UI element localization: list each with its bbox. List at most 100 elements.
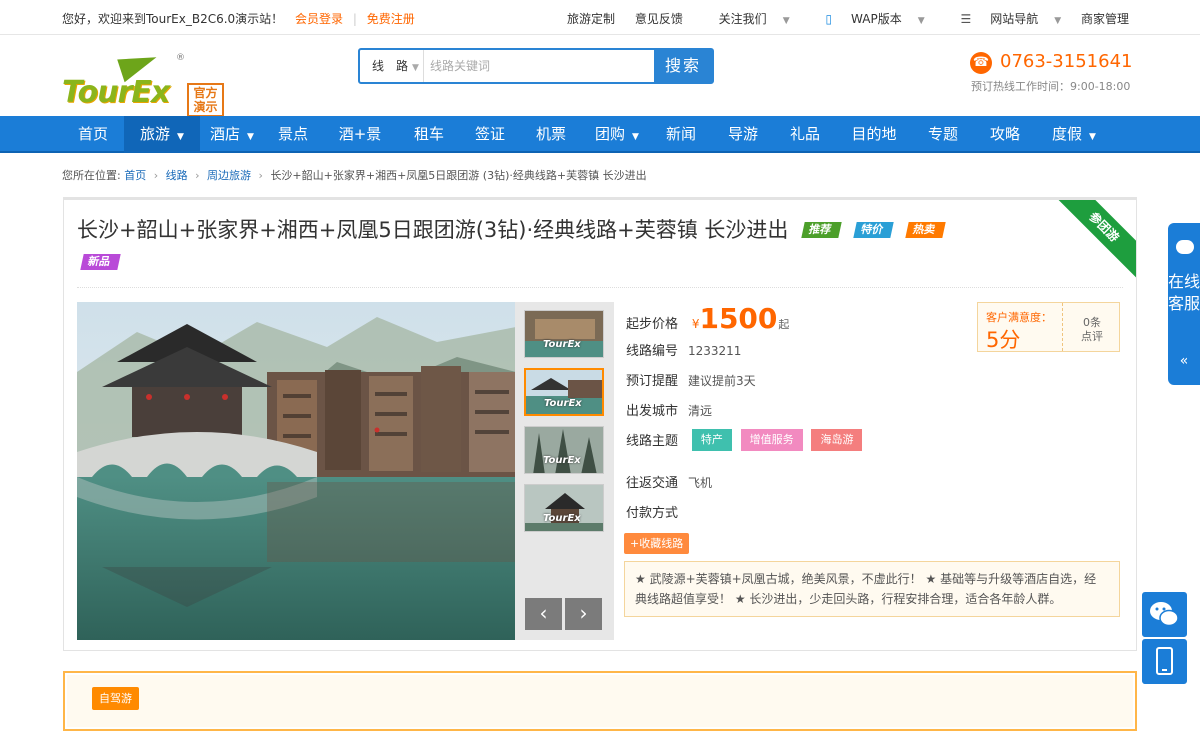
wechat-icon [1150,602,1179,627]
traffic-row: 往返交通 飞机 [626,472,712,491]
wap-link[interactable]: ▯ WAP版本 ▼ [809,12,924,26]
reviews-link[interactable]: 0条 点评 [1063,316,1121,344]
online-service-button[interactable]: 在线客服 « [1168,223,1200,385]
site-nav-link[interactable]: ☰ 网站导航 ▼ [944,12,1061,26]
nav-item-topic[interactable]: 专题 [914,116,972,153]
merchant-link[interactable]: 商家管理 [1081,12,1129,26]
chevron-right-icon: › [258,169,263,182]
traffic-label: 往返交通 [626,476,679,491]
fenghuang-scene-image [77,302,516,640]
self-drive-section: 自驾游 [63,671,1137,731]
chevron-down-icon: ▼ [917,16,925,26]
nav-item-strategy[interactable]: 攻略 [972,116,1038,153]
remind-row: 预订提醒 建议提前3天 [626,370,756,389]
hotline-number: 0763-3151641 [1000,51,1133,72]
breadcrumb-home[interactable]: 首页 [124,169,146,182]
search-input[interactable] [424,50,654,82]
wap-label: WAP版本 [851,12,902,26]
nav-item-home[interactable]: 首页 [62,116,124,153]
thumbnail-1[interactable]: TourEx [524,310,604,358]
nav-item-flight[interactable]: 机票 [520,116,582,153]
chevron-down-icon: ▼ [247,132,254,142]
search-category-label: 线 路 [372,59,409,73]
nav-item-car-rental[interactable]: 租车 [398,116,460,153]
thumbnail-2[interactable]: TourEx [524,368,604,416]
search-button[interactable]: 搜索 [654,50,712,82]
remind-value: 建议提前3天 [688,374,756,388]
price-value: 1500 [699,302,778,335]
header: TourEx ® 官方演示 线 路▼ 搜索 ☎ 0763-3151641 预订热… [0,35,1200,117]
nav-item-hotel[interactable]: 酒店 ▼ [200,116,264,153]
badge-line: 官方 [193,86,218,100]
site-nav-label: 网站导航 [990,12,1039,26]
nav-label: 酒店 [210,125,241,143]
next-button[interactable]: › [565,598,602,630]
price-label: 起步价格 [626,317,679,332]
thumbnail-image [526,370,602,414]
divider [77,287,1123,288]
mobile-icon: ▯ [825,12,833,26]
nav-item-hotel-scenic[interactable]: 酒+景 [322,116,398,153]
nav-item-scenic[interactable]: 景点 [264,116,322,153]
description-line: 典线路超值享受！ ★ 长沙进出，少走回头路，行程安排合理，适合各年龄人群。 [635,592,1062,606]
nav-item-news[interactable]: 新闻 [652,116,710,153]
nav-item-tour[interactable]: 旅游 ▼ [124,116,200,153]
self-drive-tab[interactable]: 自驾游 [92,687,139,710]
nav-item-groupbuy[interactable]: 团购 ▼ [582,116,652,153]
register-link[interactable]: 免费注册 [367,12,415,26]
mobile-phone-icon [1156,647,1173,675]
city-row: 出发城市 清远 [626,400,712,419]
satisfaction-score: 5分 [986,328,1021,352]
thumbnail-4[interactable]: TourEx [524,484,604,532]
breadcrumb-route[interactable]: 线路 [166,169,188,182]
thumbnail-strip: TourEx TourEx TourEx TourEx ‹ › [515,302,614,640]
login-link[interactable]: 会员登录 [295,12,343,26]
theme-label: 线路主题 [626,434,679,449]
search-category-select[interactable]: 线 路 ▼ [360,50,424,82]
nav-item-vacation[interactable]: 度假 ▼ [1038,116,1110,153]
logo[interactable]: TourEx ® 官方 演示 [62,47,227,117]
custom-tour-link[interactable]: 旅游定制 [567,12,615,26]
nav-label: 度假 [1052,125,1083,143]
nav-item-guide[interactable]: 导游 [710,116,776,153]
logo-text: TourEx [62,75,170,110]
nav-item-gift[interactable]: 礼品 [776,116,834,153]
chat-bubble-icon [1176,240,1194,254]
search-box: 线 路▼ 搜索 [358,48,714,84]
main-nav: 首页 旅游 ▼ 酒店 ▼ 景点 酒+景 租车 签证 机票 团购 ▼ 新闻 导游 礼品 … [0,116,1200,153]
chevron-down-icon: ▼ [412,63,419,73]
city-value: 清远 [688,404,713,418]
price-unit: 起 [778,318,790,331]
feedback-link[interactable]: 意见反馈 [635,12,683,26]
city-label: 出发城市 [626,404,679,419]
theme-tag[interactable]: 特产 [691,429,732,451]
hotline-hours: 预订热线工作时间：9:00-18:00 [971,80,1131,93]
wechat-button[interactable] [1142,592,1187,637]
follow-us-link[interactable]: 关注我们 ▼ [703,12,790,26]
welcome-text: 您好，欢迎来到TourEx_B2C6.0演示站！ [62,12,284,26]
top-bar-left: 您好，欢迎来到TourEx_B2C6.0演示站！ 会员登录 | 免费注册 [62,10,415,27]
theme-tag[interactable]: 增值服务 [740,429,803,451]
phone-icon: ☎ [970,52,992,74]
remind-label: 预订提醒 [626,374,679,389]
reviews-label: 点评 [1081,330,1103,343]
double-chevron-icon: « [1179,353,1189,369]
breadcrumb-current: 长沙+韶山+张家界+湘西+凤凰5日跟团游 (3钻)·经典线路+芙蓉镇 长沙进出 [270,169,647,182]
price-row: 起步价格 ¥1500起 [626,302,789,335]
product-panel: 参团游 长沙+韶山+张家界+湘西+凤凰5日跟团游(3钻)·经典线路+芙蓉镇 长沙… [63,197,1137,651]
thumbnail-watermark: TourEx [543,513,581,524]
thumbnail-image [525,485,603,531]
mobile-button[interactable] [1142,639,1187,684]
product-title: 长沙+韶山+张家界+湘西+凤凰5日跟团游(3钻)·经典线路+芙蓉镇 长沙进出 推… [77,214,946,244]
satisfaction-label: 客户满意度： [986,311,1052,324]
theme-tag[interactable]: 海岛游 [811,429,863,451]
thumbnail-3[interactable]: TourEx [524,426,604,474]
nav-item-visa[interactable]: 签证 [460,116,520,153]
chevron-right-icon: › [195,169,200,182]
special-price-tag: 特价 [853,222,894,238]
thumbnail-watermark: TourEx [543,339,581,350]
nav-item-destination[interactable]: 目的地 [834,116,914,153]
add-favorite-button[interactable]: +收藏线路 [624,533,690,554]
prev-button[interactable]: ‹ [525,598,562,630]
breadcrumb-nearby[interactable]: 周边旅游 [207,169,251,182]
